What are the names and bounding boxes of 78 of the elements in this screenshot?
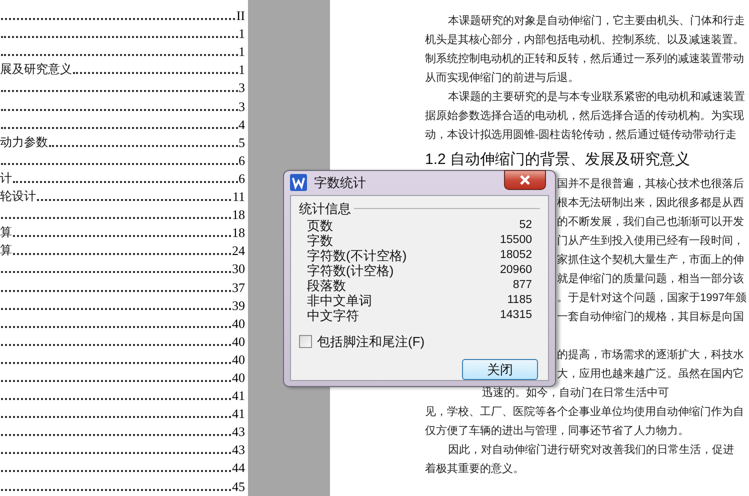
paragraph-line: 着极其重要的意义。 <box>425 463 524 475</box>
page-number: 40 <box>232 352 245 367</box>
paragraph-line: 本课题研究的对象是自动伸缩门，它主要由机头、门体和行走 <box>448 15 745 27</box>
app-logo-icon <box>290 174 307 192</box>
paragraph-line: 制系统控制电动机的正转和反转，然后通过一系列的减速装置带动 <box>425 53 744 65</box>
paragraph-line: 的不断发展，我们自己也渐渐可以开发 <box>557 216 744 228</box>
stat-value: 52 <box>519 218 532 232</box>
paragraph-line: 本课题的主要研究的是与本专业联系紧密的电动机和减速装置 <box>448 91 745 103</box>
page-number: 6 <box>238 170 245 186</box>
toc-entry: 计 <box>0 170 12 186</box>
paragraph-line: 见，学校、工厂、医院等各个企事业单位均使用自动伸缩门作为自 <box>425 406 744 418</box>
paragraph-line: 的提高，市场需求的逐渐扩大，科技水 <box>557 349 744 361</box>
page-number: 11 <box>232 189 245 204</box>
dialog-title: 字数统计 <box>314 174 366 192</box>
paragraph-line: 动，本设计拟选用圆锥-圆柱齿轮传动，然后通过链传动带动行走 <box>425 129 737 141</box>
page-number: 18 <box>232 225 245 240</box>
paragraph-line: 门从产生到投入使用已经有一段时间， <box>557 235 744 247</box>
checkbox-label: 包括脚注和尾注(F) <box>317 332 425 351</box>
page-number: 5 <box>238 134 245 150</box>
paragraph-line: 。于是针对这个问题，国家于1997年颁 <box>557 292 746 304</box>
page-number: 1 <box>238 62 245 78</box>
page-number: 3 <box>238 98 245 114</box>
page-number: II <box>236 8 245 24</box>
checkbox[interactable] <box>299 334 312 348</box>
paragraph-line: 机头是其核心部分，内部包括电动机、控制系统、以及减速装置。 <box>425 34 744 46</box>
stat-label: 中文字符 <box>307 308 359 322</box>
page-number: 24 <box>232 243 245 258</box>
stat-label: 字符数(计空格) <box>307 262 394 278</box>
paragraph-line: 迅速的。如今，自动门在日常生活中可 <box>482 387 669 399</box>
page-number: 39 <box>232 298 245 313</box>
page-number: 43 <box>232 424 245 440</box>
paragraph-line: 仅方便了车辆的进出与管理，同事还节省了人力物力。 <box>425 425 689 437</box>
stat-value: 877 <box>512 278 532 292</box>
page-number: 1 <box>238 26 245 42</box>
toc-entry: 算 <box>0 243 12 258</box>
paragraph-line: 大，应用也越来越广泛。虽然在国内它 <box>557 368 744 380</box>
stat-label: 段落数 <box>307 278 346 292</box>
stat-value: 1185 <box>507 292 532 308</box>
stat-label: 字符数(不计空格) <box>307 248 407 262</box>
page-number: 6 <box>238 152 245 168</box>
page-number: 3 <box>238 80 245 96</box>
page-number: 1 <box>238 44 245 60</box>
page-number: 40 <box>232 334 245 349</box>
paragraph-line: 家抓住这个契机大量生产，市面上的伸 <box>557 254 744 266</box>
stat-label: 非中文单词 <box>307 292 372 308</box>
section-heading: 1.2 自动伸缩门的背景、发展及研究意义 <box>425 150 692 170</box>
paragraph-line: 就是伸缩门的质量问题，相当一部分该 <box>557 273 744 285</box>
toc-entry: 动力参数 <box>0 134 48 150</box>
paragraph-line: 国并不是很普遍，其核心技术也很落后 <box>557 178 744 190</box>
toc-entry: 展及研究意义 <box>0 62 72 78</box>
page-number: 43 <box>232 442 245 458</box>
toc-entry: 轮设计 <box>0 189 36 204</box>
page-number: 45 <box>232 478 245 494</box>
page-number: 30 <box>232 261 245 276</box>
close-icon <box>519 175 531 185</box>
page-number: 40 <box>232 316 245 331</box>
paragraph-line: 根本无法研制出来，因此很多都是从西 <box>557 197 744 209</box>
close-button[interactable] <box>504 170 546 190</box>
page-number: 41 <box>232 388 245 404</box>
paragraph-line: 据原始参数选择合适的电动机，然后选择合适的传动机构。为实现 <box>425 110 744 122</box>
page-number: 4 <box>238 116 245 132</box>
page-number: 41 <box>232 406 245 422</box>
stat-value: 18052 <box>500 248 532 262</box>
toc-entry: 算 <box>0 225 12 240</box>
page-number: 18 <box>232 207 245 222</box>
paragraph-line: 一套自动伸缩门的规格，其目标是向国 <box>557 311 744 323</box>
group-label: 统计信息 <box>299 200 351 216</box>
stat-value: 14315 <box>500 308 532 322</box>
page-number: 40 <box>232 370 245 385</box>
stat-label: 字数 <box>307 232 333 248</box>
stat-value: 15500 <box>500 232 532 248</box>
close-dialog-button[interactable]: 关闭 <box>462 359 538 380</box>
paragraph-line: 从而实现伸缩门的前进与后退。 <box>425 72 579 84</box>
stat-label: 页数 <box>307 218 333 232</box>
paragraph-line: 因此，对自动伸缩门进行研究对改善我们的日常生活，促进 <box>448 444 734 456</box>
page-number: 37 <box>232 280 245 294</box>
stat-value: 20960 <box>500 262 532 278</box>
page-number: 44 <box>232 460 245 476</box>
